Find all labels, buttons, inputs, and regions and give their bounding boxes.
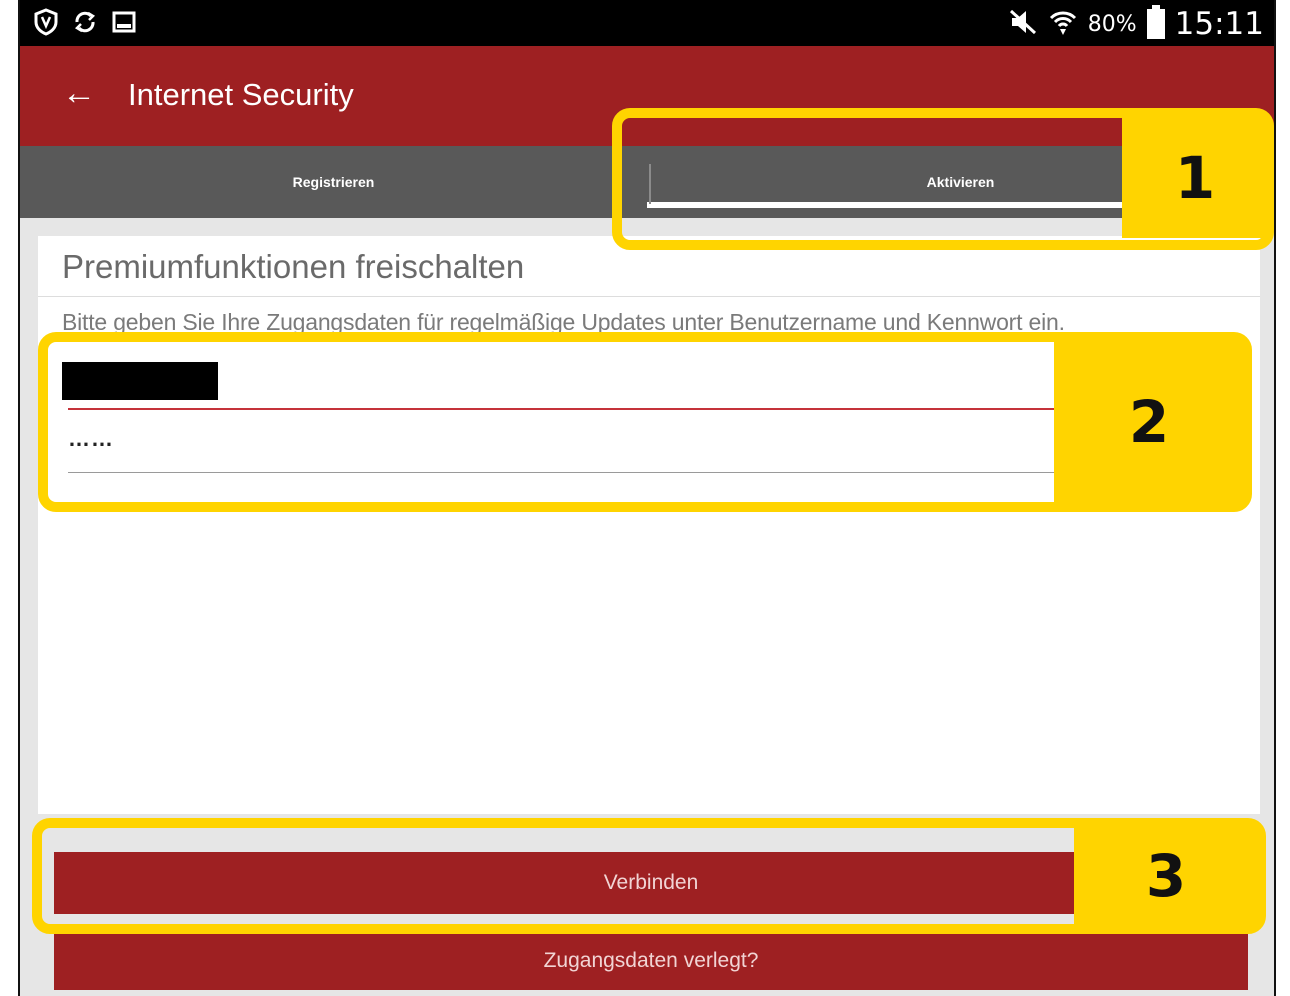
status-bar: 80% 15:11 [20, 0, 1274, 46]
clock: 15:11 [1174, 6, 1264, 42]
callout-number-2: 2 [1054, 342, 1244, 502]
callout-label: 2 [1128, 388, 1170, 456]
sync-icon [72, 9, 98, 40]
image-icon [112, 10, 136, 39]
callout-label: 1 [1174, 144, 1216, 212]
divider [38, 296, 1260, 297]
wifi-icon [1048, 7, 1078, 42]
app-title: Internet Security [128, 77, 354, 112]
arrow-left-icon[interactable]: ← [62, 76, 96, 110]
activation-card: Premiumfunktionen freischalten Bitte geb… [38, 236, 1260, 814]
forgot-label: Zugangsdaten verlegt? [543, 949, 759, 972]
status-left-icons [34, 8, 136, 41]
callout-number-1: 1 [1122, 118, 1268, 238]
callout-label: 3 [1145, 842, 1187, 910]
forgot-credentials-button[interactable]: Zugangsdaten verlegt? [54, 932, 1248, 990]
battery-percent: 80% [1087, 11, 1137, 37]
tab-label: Registrieren [292, 174, 375, 190]
tab-registrieren[interactable]: Registrieren [20, 146, 647, 218]
callout-number-3: 3 [1074, 828, 1258, 924]
battery-icon [1146, 5, 1165, 39]
shield-icon [34, 8, 58, 41]
status-right: 80% 15:11 [1008, 5, 1264, 42]
card-title: Premiumfunktionen freischalten [62, 248, 525, 285]
mute-icon [1008, 8, 1038, 41]
